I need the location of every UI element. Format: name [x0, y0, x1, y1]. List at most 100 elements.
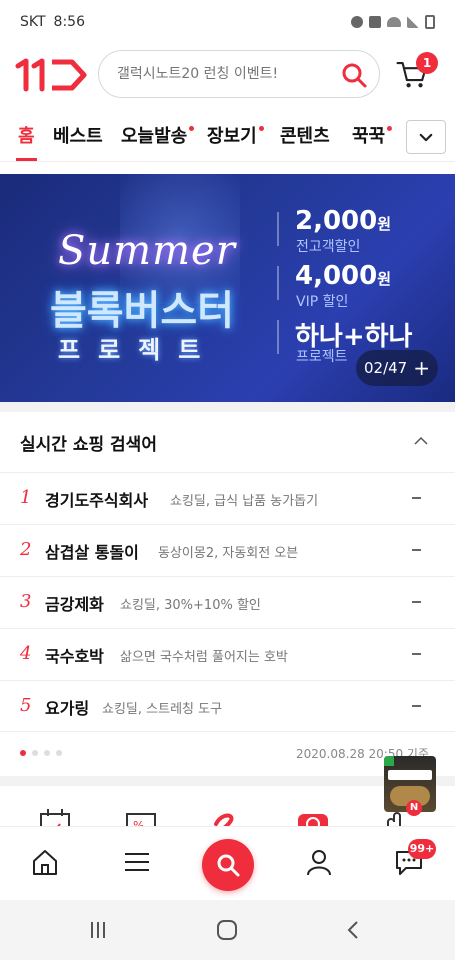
- offer-3-label: 프로젝트: [296, 349, 348, 365]
- tab-grocery[interactable]: 장보기: [207, 122, 264, 160]
- chevron-down-icon: [419, 133, 433, 141]
- search-keyword: 경기도주식회사: [45, 491, 149, 510]
- page-dot: [20, 750, 26, 756]
- clock: 8:56: [53, 14, 85, 30]
- section-divider: [0, 402, 455, 412]
- category-tabs: 홈 베스트 오늘발송 장보기 콘텐츠 꾹꾹: [0, 112, 455, 162]
- new-dot: [258, 126, 264, 131]
- trend-flat-icon: [412, 497, 421, 499]
- recent-apps-icon[interactable]: [86, 918, 110, 942]
- promo-banner[interactable]: Summer 블록버스터 프로젝트 2,000원 전고객할인 4,000원 VI…: [0, 174, 455, 402]
- wifi-icon: [387, 17, 401, 27]
- list-item[interactable]: 5 요가링 쇼킹딜, 스트레칭 도구: [0, 680, 455, 732]
- rank-number: 5: [20, 695, 32, 716]
- nav-search-button[interactable]: [202, 839, 254, 891]
- calendar-icon[interactable]: [38, 806, 72, 826]
- offer-2-label: VIP 할인: [296, 294, 349, 310]
- tab-home[interactable]: 홈: [16, 122, 37, 161]
- tab-kkukkkuk[interactable]: 꾹꾹: [352, 122, 393, 160]
- banner-headline: 블록버스터: [50, 288, 234, 334]
- cart-button[interactable]: 1: [394, 52, 442, 92]
- new-badge: N: [406, 800, 422, 816]
- mute-icon: [369, 16, 381, 28]
- list-item[interactable]: 3 금강제화 쇼킹딜, 30%+10% 할인: [0, 576, 455, 628]
- status-icons: [351, 15, 435, 29]
- user-icon[interactable]: [304, 847, 334, 877]
- offer-divider: [277, 320, 279, 354]
- search-keyword: 삼겹살 통돌이: [45, 543, 139, 562]
- trend-flat-icon: [412, 601, 421, 603]
- signal-icon: [407, 16, 419, 28]
- home-button-icon[interactable]: [215, 918, 239, 942]
- page-dot: [56, 750, 62, 756]
- menu-icon[interactable]: [122, 847, 152, 877]
- gift-icon[interactable]: [296, 806, 330, 826]
- chat-count-badge: 99+: [408, 839, 436, 859]
- rank-number: 4: [20, 643, 32, 664]
- tab-label: 베스트: [53, 126, 103, 147]
- ad-marker: [384, 756, 394, 766]
- alarm-icon: [351, 16, 363, 28]
- search-icon: [217, 854, 240, 877]
- offer-1-amount: 2,000원: [295, 206, 392, 236]
- keyword-description: 쇼킹딜, 급식 납품 농가돕기: [170, 494, 319, 509]
- status-bar: SKT 8:56: [0, 0, 455, 44]
- list-item[interactable]: 4 국수호박 삶으면 국수처럼 풀어지는 호박: [0, 628, 455, 680]
- banner-script-title: Summer: [58, 228, 236, 274]
- cart-count-badge: 1: [416, 52, 438, 74]
- plus-icon: +: [413, 356, 430, 380]
- realtime-search-title: 실시간 쇼핑 검색어: [20, 435, 157, 455]
- banner-counter-text: 02/47: [364, 359, 408, 377]
- tab-label: 홈: [18, 126, 35, 147]
- search-input[interactable]: [117, 66, 327, 82]
- rank-number: 2: [20, 539, 32, 560]
- keyword-description: 삶으면 국수처럼 풀어지는 호박: [120, 650, 288, 665]
- keyword-description: 쇼킹딜, 30%+10% 할인: [120, 598, 261, 613]
- trend-flat-icon: [412, 705, 421, 707]
- system-nav-bar: [0, 900, 455, 960]
- tabs-expand-button[interactable]: [406, 120, 446, 154]
- list-item[interactable]: 2 삼겹살 통돌이 동상이몽2, 자동회전 오븐: [0, 524, 455, 576]
- offer-2-amount: 4,000원: [295, 261, 392, 291]
- chevron-up-icon[interactable]: [412, 432, 430, 450]
- sk-logo-icon[interactable]: [208, 806, 242, 826]
- banner-counter-button[interactable]: 02/47 +: [356, 350, 438, 386]
- offer-divider: [277, 212, 279, 246]
- tab-label: 콘텐츠: [280, 126, 330, 147]
- search-icon[interactable]: [341, 62, 367, 88]
- realtime-search-list: 1 경기도주식회사 쇼킹딜, 급식 납품 농가돕기 2 삼겹살 통돌이 동상이몽…: [0, 472, 455, 732]
- search-box[interactable]: [98, 50, 380, 98]
- trend-flat-icon: [412, 549, 421, 551]
- tab-best[interactable]: 베스트: [53, 122, 103, 160]
- tab-contents[interactable]: 콘텐츠: [280, 122, 330, 160]
- realtime-pager[interactable]: [20, 750, 62, 756]
- search-keyword: 요가링: [45, 699, 90, 718]
- new-dot: [387, 126, 393, 131]
- tab-label: 장보기: [207, 126, 257, 147]
- tab-today-shipping[interactable]: 오늘발송: [121, 122, 195, 160]
- keyword-description: 쇼킹딜, 스트레칭 도구: [102, 702, 223, 717]
- battery-icon: [425, 15, 435, 29]
- trend-flat-icon: [412, 653, 421, 655]
- page-dot: [32, 750, 38, 756]
- tab-label: 꾹꾹: [352, 126, 386, 147]
- rank-number: 1: [20, 487, 32, 508]
- offer-1-label: 전고객할인: [296, 239, 361, 255]
- tab-label: 오늘발송: [121, 126, 188, 147]
- banner-subline: 프로젝트: [58, 336, 219, 364]
- search-keyword: 금강제화: [45, 595, 104, 614]
- page-dot: [44, 750, 50, 756]
- 11st-logo[interactable]: [14, 58, 90, 92]
- ad-text-strip: [388, 770, 432, 780]
- carrier-label: SKT: [20, 14, 46, 30]
- back-icon[interactable]: [342, 918, 366, 942]
- svg-text:%: %: [133, 819, 144, 826]
- keyword-description: 동상이몽2, 자동회전 오븐: [158, 546, 299, 561]
- coupon-icon[interactable]: %: [124, 806, 158, 826]
- bottom-nav: 99+: [0, 826, 455, 900]
- list-item[interactable]: 1 경기도주식회사 쇼킹딜, 급식 납품 농가돕기: [0, 472, 455, 524]
- home-icon[interactable]: [30, 847, 60, 877]
- offer-divider: [277, 266, 279, 300]
- search-keyword: 국수호박: [45, 647, 104, 666]
- new-dot: [189, 126, 195, 131]
